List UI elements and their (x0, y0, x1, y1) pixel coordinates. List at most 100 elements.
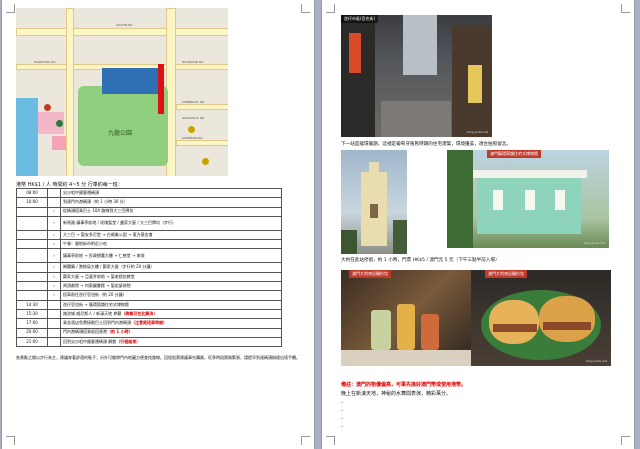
photo-street: 氹仔市區(官也街) blog.xuite.net (341, 15, 492, 137)
itinerary-time (16, 206, 48, 217)
itinerary-row: 17:00 乘坐酒店免費接駁巴士回到門內港碼頭（注意尾班車時間） (16, 318, 282, 329)
itinerary-time (16, 248, 48, 264)
photo-food-drinks: 澳門大利來記豬扒包 blog.xuite.net (341, 270, 471, 366)
itinerary-time (16, 271, 48, 283)
bullet-item: • (341, 408, 344, 413)
itinerary-text: 鄭家大屋 → 亞婆井前地 → 聖老楞佐教堂 (63, 273, 135, 279)
itinerary-row: › 鄭家大屋 → 亞婆井前地 → 聖老楞佐教堂 (16, 271, 282, 283)
itinerary-time: 15:30 (16, 308, 48, 320)
itinerary-description: 路氹城 威尼斯人 / 新濠天地 參觀（晚餐可在此解決） (60, 308, 282, 320)
remark-red: 備註：澳門的物價偏高，可事先換好澳門幣或使用港幣。 (341, 382, 467, 388)
itinerary-marker: › (47, 206, 61, 217)
crop-mark (621, 4, 630, 13)
crop-mark (326, 4, 335, 13)
itinerary-marker: › (47, 239, 61, 250)
itinerary-marker: › (47, 262, 61, 273)
itinerary-description: 鄭家大屋 → 亞婆井前地 → 聖老楞佐教堂 (60, 271, 282, 283)
map-building (52, 136, 66, 150)
footnote-paragraph: 各景點之間以步行為主，建議穿著舒適的鞋子；另外可攜帶門內地圖方便查找路線。回程船… (16, 355, 300, 360)
photo-title: 氹仔市區(官也街) (341, 15, 379, 23)
photo-church (341, 150, 407, 254)
map-road (66, 8, 74, 176)
map-road (176, 140, 228, 146)
crop-mark (326, 436, 335, 445)
itinerary-description: 門內港碼頭搭乘船回香港（約 1 小時） (60, 327, 282, 338)
itinerary-text: 議事亭前地 → 民政總署大樓 → 仁慈堂 → 南灣 (63, 252, 145, 258)
caption: 下一站是龍環葡韻，這裡是葡萄牙殖民時期的住宅建築，環境優美，適合拍照留念。 (341, 142, 511, 147)
map-pin-icon (56, 120, 63, 127)
itinerary-marker: › (47, 290, 61, 301)
itinerary-text: 搭車前往氹仔官也街（約 20 分鐘） (63, 292, 127, 298)
map-road-label: CAMERON RD (182, 136, 203, 140)
itinerary-time (16, 215, 48, 231)
itinerary-time: 20:00 (16, 327, 48, 338)
crop-mark (6, 436, 15, 445)
itinerary-description: 從碼頭搭乘巴士 10A 路線到大三巴牌坊 (60, 206, 282, 217)
itinerary-description: 乘坐酒店免費接駁巴士回到門內港碼頭（注意尾班車時間） (60, 318, 282, 329)
itinerary-row: › 媽閣廟 / 港務局大樓 / 鄭家大屋（步行約 20 分鐘） (16, 262, 282, 273)
itinerary-description: 搭車前往氹仔官也街（約 20 分鐘） (60, 290, 282, 301)
bullet-item: • (341, 424, 344, 429)
itinerary-row: › 議事亭前地 → 民政總署大樓 → 仁慈堂 → 南灣 (16, 248, 282, 264)
itinerary-row: › 午餐：營地街市附近小吃 (16, 239, 282, 250)
photo-title: 澳門龍環葡韻住宅式博物館 (487, 150, 541, 158)
itinerary-marker: › (47, 215, 61, 231)
itinerary-marker: › (47, 248, 61, 264)
itinerary-text: 尖沙咀中國客運碼頭 (63, 189, 99, 195)
map-pin-icon (202, 158, 209, 165)
itinerary-marker (47, 187, 61, 199)
itinerary-row: 14:30 氹仔官也街 → 龍環葡韻住宅式博物館 (16, 299, 282, 310)
itinerary-row: 10:00 到達門內港碼頭（約 1 小時 30 分） (16, 197, 282, 208)
itinerary-description: 午餐：營地街市附近小吃 (60, 239, 282, 250)
itinerary-text: 到達門內港碼頭（約 1 小時 30 分） (63, 199, 128, 205)
itinerary-row: 21:00 回到尖沙咀中國客運碼頭 解散（行程結束） (16, 336, 282, 348)
map-road-label: HAIPHONG RD (34, 60, 56, 64)
photo-title: 澳門大利來記豬扒包 (485, 270, 527, 278)
itinerary-row: 20:00 門內港碼頭搭乘船回香港（約 1 小時） (16, 327, 282, 338)
crop-mark (6, 4, 15, 13)
map-pin-icon (44, 104, 51, 111)
itinerary-text: 氹仔官也街 → 龍環葡韻住宅式博物館 (63, 301, 129, 307)
itinerary-time: 08:00 (16, 187, 48, 199)
photo-food-bun: 澳門大利來記豬扒包 blog.xuite.net (471, 270, 611, 366)
itinerary-time (16, 262, 48, 273)
itinerary-text: 午餐：營地街市附近小吃 (63, 241, 107, 247)
document-page-right: 氹仔市區(官也街) blog.xuite.net 下一站是龍環葡韻，這裡是葡萄牙… (322, 0, 634, 449)
itinerary-description: 媽閣廟 / 港務局大樓 / 鄭家大屋（步行約 20 分鐘） (60, 262, 282, 273)
itinerary-text: 門內港碼頭搭乘船回香港 (63, 329, 107, 335)
itinerary-row: › 新馬路 議事亭前地 / 玫瑰聖堂 / 盧家大屋 / 大三巴牌坊（步行） (16, 215, 282, 231)
itinerary-marker (47, 336, 61, 348)
itinerary-description: 大三巴 → 聖安多尼堂 → 白鴿巢公園 → 東方基金會 (60, 229, 282, 241)
photo-watermark: blog.xuite.net (446, 359, 467, 363)
map-road-label: KIMBERLEY RD (182, 100, 205, 104)
itinerary-text: 路氹城 威尼斯人 / 新濠天地 參觀 (63, 310, 122, 316)
document-page-left: 九龍公園 AUSTIN RD HAIPHONG RD CAMERON RD KI… (2, 0, 314, 449)
crop-mark (301, 436, 310, 445)
itinerary-text: 大三巴 → 聖安多尼堂 → 白鴿巢公園 → 東方基金會 (63, 231, 153, 237)
map-road (16, 28, 228, 36)
itinerary-description: 議事亭前地 → 民政總署大樓 → 仁慈堂 → 南灣 (60, 248, 282, 264)
itinerary-text: 新馬路 議事亭前地 / 玫瑰聖堂 / 盧家大屋 / 大三巴牌坊（步行） (63, 220, 176, 226)
itinerary-row: 08:00 尖沙咀中國客運碼頭 (16, 187, 282, 199)
itinerary-description: 崗頂劇院 → 何東圖書館 → 聖若瑟修院 (60, 281, 282, 292)
itinerary-highlight: （晚餐可在此解決） (121, 310, 158, 316)
itinerary-marker (47, 299, 61, 310)
itinerary-description: 到達門內港碼頭（約 1 小時 30 分） (60, 197, 282, 208)
map-pin-icon (188, 126, 195, 133)
street-map: 九龍公園 AUSTIN RD HAIPHONG RD CAMERON RD KI… (16, 8, 228, 176)
itinerary-time: 17:00 (16, 318, 48, 329)
itinerary-description: 尖沙咀中國客運碼頭 (60, 187, 282, 199)
itinerary-text: 媽閣廟 / 港務局大樓 / 鄭家大屋（步行約 20 分鐘） (63, 264, 155, 270)
itinerary-marker (47, 308, 61, 320)
map-park-label: 九龍公園 (108, 130, 133, 137)
itinerary-marker: › (47, 229, 61, 241)
itinerary-time: 10:00 (16, 197, 48, 208)
photo-watermark: blog.xuite.net (467, 130, 488, 134)
map-water (16, 98, 38, 176)
itinerary-row: › 崗頂劇院 → 何東圖書館 → 聖若瑟修院 (16, 281, 282, 292)
itinerary-text: 崗頂劇院 → 何東圖書館 → 聖若瑟修院 (63, 282, 131, 288)
itinerary-time (16, 281, 48, 292)
itinerary-time: 21:00 (16, 336, 48, 348)
itinerary-row: 15:30 路氹城 威尼斯人 / 新濠天地 參觀（晚餐可在此解決） (16, 308, 282, 320)
itinerary-description: 氹仔官也街 → 龍環葡韻住宅式博物館 (60, 299, 282, 310)
